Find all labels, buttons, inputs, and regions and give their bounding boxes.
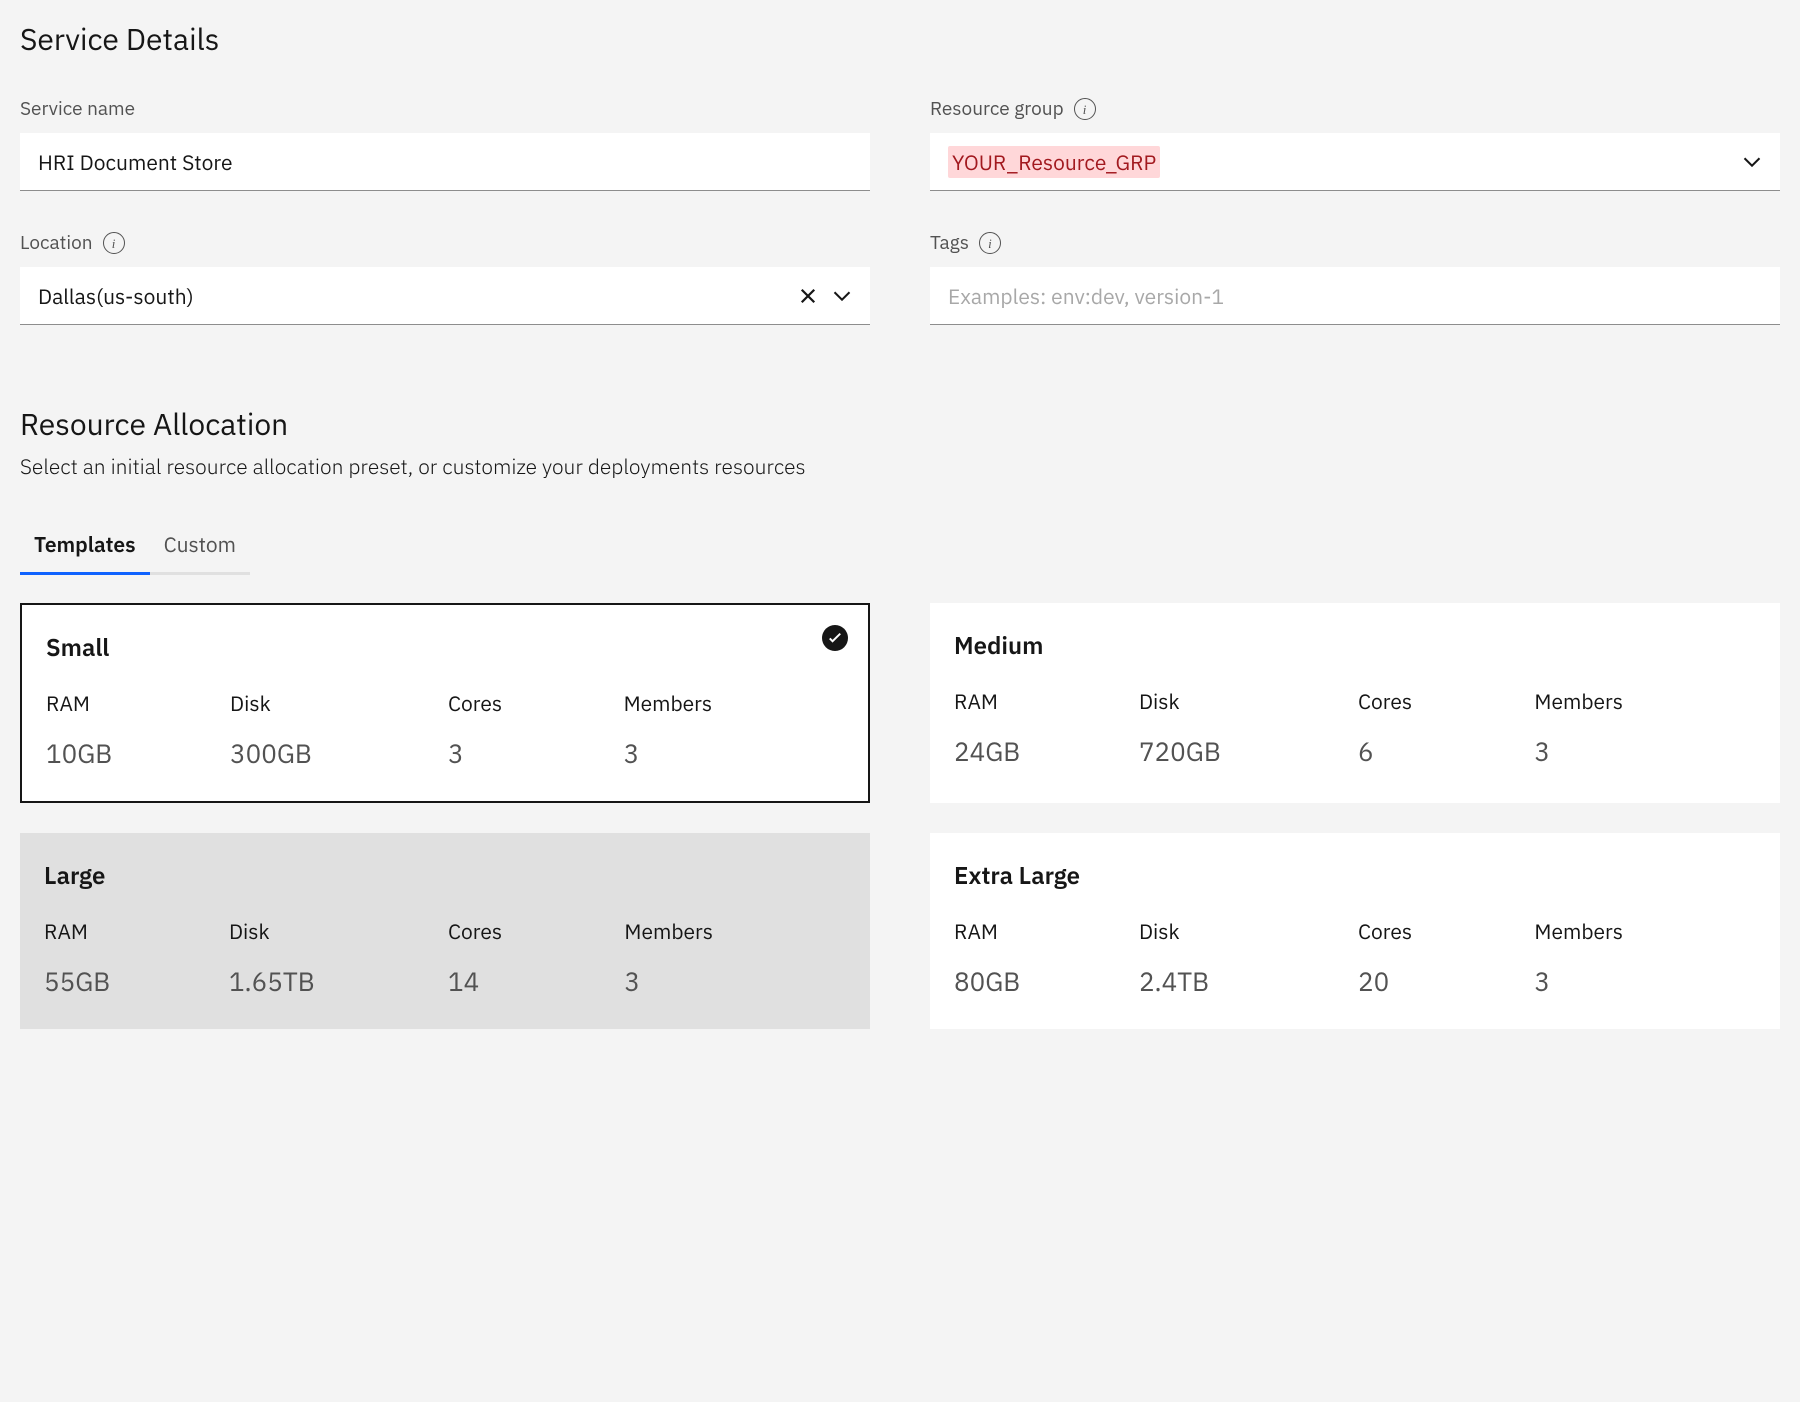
chevron-down-icon <box>832 286 852 306</box>
allocation-tabs: Templates Custom <box>20 520 1780 575</box>
location-field: Location i Dallas(us-south) <box>20 231 870 325</box>
resource-group-select[interactable]: YOUR_Resource_GRP <box>930 133 1780 191</box>
location-select[interactable]: Dallas(us-south) <box>20 267 870 325</box>
service-name-field: Service name <box>20 97 870 191</box>
checkmark-icon <box>822 625 848 651</box>
spec-value-disk: 2.4TB <box>1139 965 1352 999</box>
spec-value-members: 3 <box>624 737 844 771</box>
spec-value-cores: 3 <box>448 737 618 771</box>
resource-allocation-description: Select an initial resource allocation pr… <box>20 452 1780 480</box>
spec-header-ram: RAM <box>44 917 223 945</box>
resource-group-label: Resource group <box>930 97 1064 121</box>
close-icon[interactable] <box>798 286 818 306</box>
template-card-large[interactable]: Large RAM Disk Cores Members 55GB 1.65TB… <box>20 833 870 1029</box>
spec-value-ram: 10GB <box>46 737 224 771</box>
template-name: Large <box>44 859 846 891</box>
spec-header-ram: RAM <box>954 917 1133 945</box>
location-label: Location <box>20 231 93 255</box>
resource-group-field: Resource group i YOUR_Resource_GRP <box>930 97 1780 191</box>
template-card-extra-large[interactable]: Extra Large RAM Disk Cores Members 80GB … <box>930 833 1780 1029</box>
service-name-input[interactable] <box>20 133 870 191</box>
info-icon[interactable]: i <box>103 232 125 254</box>
location-value: Dallas(us-south) <box>38 282 798 310</box>
resource-allocation-title: Resource Allocation <box>20 405 1780 444</box>
spec-header-cores: Cores <box>448 917 618 945</box>
spec-value-cores: 14 <box>448 965 618 999</box>
template-name: Extra Large <box>954 859 1756 891</box>
chevron-down-icon <box>1742 152 1762 172</box>
spec-header-disk: Disk <box>1139 917 1352 945</box>
spec-value-disk: 300GB <box>230 737 442 771</box>
tab-templates[interactable]: Templates <box>20 520 150 575</box>
template-name: Small <box>46 631 844 663</box>
template-name: Medium <box>954 629 1756 661</box>
spec-value-members: 3 <box>1534 735 1756 769</box>
resource-group-value: YOUR_Resource_GRP <box>948 146 1160 178</box>
spec-value-disk: 1.65TB <box>229 965 442 999</box>
service-details-form: Service name Resource group i YOUR_Resou… <box>20 97 1780 325</box>
spec-value-ram: 80GB <box>954 965 1133 999</box>
template-card-small[interactable]: Small RAM Disk Cores Members 10GB 300GB … <box>20 603 870 803</box>
spec-header-cores: Cores <box>448 689 618 717</box>
spec-value-ram: 24GB <box>954 735 1133 769</box>
spec-header-members: Members <box>624 689 844 717</box>
templates-grid: Small RAM Disk Cores Members 10GB 300GB … <box>20 603 1780 1029</box>
spec-header-disk: Disk <box>1139 687 1352 715</box>
service-details-title: Service Details <box>20 20 1780 59</box>
spec-header-disk: Disk <box>229 917 442 945</box>
spec-header-members: Members <box>1534 687 1756 715</box>
tags-field: Tags i <box>930 231 1780 325</box>
spec-header-members: Members <box>624 917 846 945</box>
spec-header-ram: RAM <box>954 687 1133 715</box>
tab-custom[interactable]: Custom <box>150 520 250 575</box>
spec-value-cores: 20 <box>1358 965 1528 999</box>
spec-value-disk: 720GB <box>1139 735 1352 769</box>
spec-header-ram: RAM <box>46 689 224 717</box>
spec-value-ram: 55GB <box>44 965 223 999</box>
spec-header-disk: Disk <box>230 689 442 717</box>
spec-header-members: Members <box>1534 917 1756 945</box>
service-name-label: Service name <box>20 97 135 121</box>
spec-value-members: 3 <box>1534 965 1756 999</box>
info-icon[interactable]: i <box>1074 98 1096 120</box>
tags-label: Tags <box>930 231 969 255</box>
spec-value-cores: 6 <box>1358 735 1528 769</box>
spec-header-cores: Cores <box>1358 687 1528 715</box>
info-icon[interactable]: i <box>979 232 1001 254</box>
spec-value-members: 3 <box>624 965 846 999</box>
tags-input[interactable] <box>930 267 1780 325</box>
spec-header-cores: Cores <box>1358 917 1528 945</box>
template-card-medium[interactable]: Medium RAM Disk Cores Members 24GB 720GB… <box>930 603 1780 803</box>
